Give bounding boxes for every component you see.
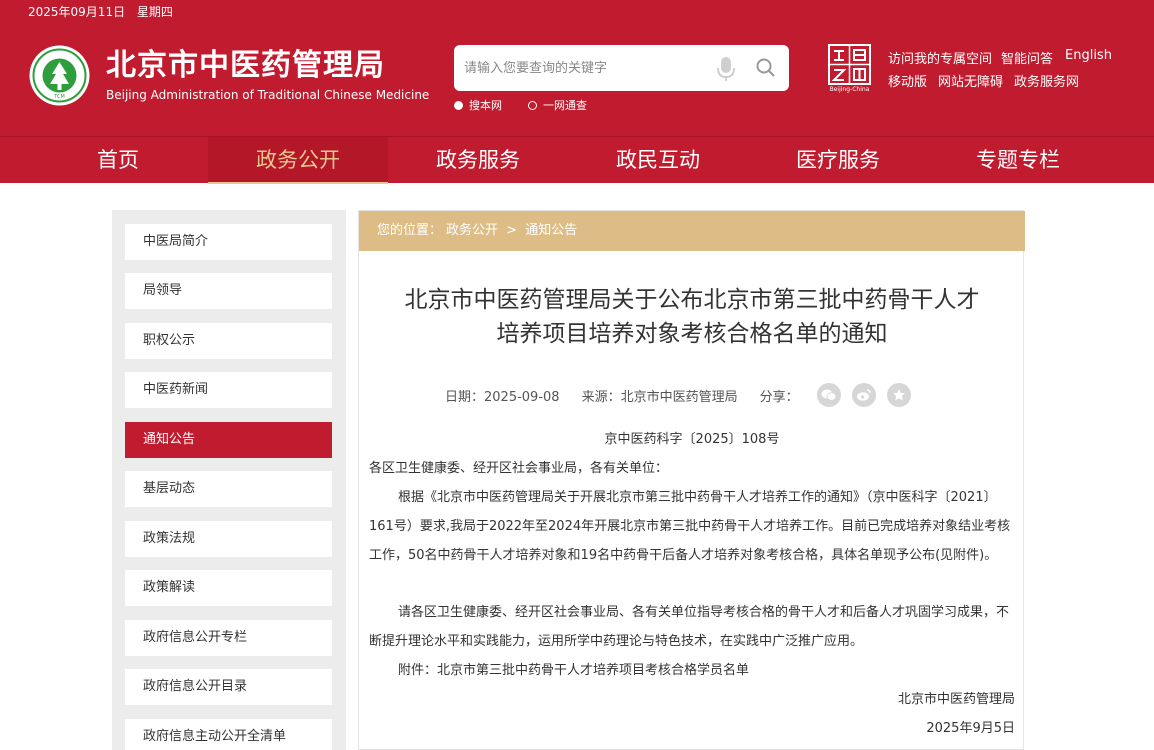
- breadcrumb-prefix: 您的位置：: [377, 223, 443, 238]
- weibo-icon[interactable]: [851, 383, 876, 407]
- search-option-all[interactable]: 一网通查: [528, 97, 587, 113]
- microphone-icon[interactable]: [715, 55, 737, 83]
- body-paragraph-2: 请各区卫生健康委、经开区社会事业局、各有关单位指导考核合格的骨干人才和后备人才巩…: [369, 605, 1010, 649]
- sidebar-item-powers[interactable]: 职权公示: [125, 323, 332, 359]
- logo-badge-text: TCM: [53, 94, 65, 100]
- sidebar-item-grassroots[interactable]: 基层动态: [125, 471, 332, 507]
- search-input[interactable]: [464, 55, 694, 81]
- nav-medical-services[interactable]: 医疗服务: [748, 137, 928, 184]
- accessibility-link[interactable]: 网站无障碍: [938, 71, 1003, 90]
- article-meta: 日期：2025-09-08 来源：北京市中医药管理局 分享：: [445, 383, 922, 407]
- search-box: [454, 45, 789, 91]
- attachment-link[interactable]: 附件：北京市第三批中药骨干人才培养项目考核合格学员名单: [369, 656, 1015, 685]
- article-panel: 您的位置： 政务公开 > 通知公告 北京市中医药管理局关于公布北京市第三批中药骨干…: [358, 210, 1025, 750]
- radio-unselected-icon: [528, 100, 537, 110]
- breadcrumb: 您的位置： 政务公开 > 通知公告: [359, 211, 1025, 251]
- search-option-site-label: 搜本网: [469, 99, 502, 112]
- mobile-version-link[interactable]: 移动版: [888, 71, 927, 90]
- search-option-all-label: 一网通查: [543, 99, 587, 112]
- article-title-line1: 北京市中医药管理局关于公布北京市第三批中药骨干人才: [404, 287, 980, 313]
- date-bar: 2025年09月11日 星期四: [28, 3, 181, 20]
- breadcrumb-gov-affairs[interactable]: 政务公开: [446, 223, 498, 238]
- breadcrumb-separator: >: [506, 223, 518, 238]
- body-paragraph-1: 根据《北京市中医药管理局关于开展北京市第三批中药骨干人才培养工作的通知》（京中医…: [369, 490, 1011, 563]
- sidebar-item-leaders[interactable]: 局领导: [125, 273, 332, 309]
- sidebar: 中医局简介 局领导 职权公示 中医药新闻 通知公告 基层动态 政策法规 政策解读…: [112, 210, 346, 750]
- my-space-link[interactable]: 访问我的专属空间: [888, 48, 992, 67]
- article-date: 日期：2025-09-08: [445, 389, 560, 405]
- wechat-icon[interactable]: [816, 383, 841, 407]
- sidebar-item-policies[interactable]: 政策法规: [125, 521, 332, 557]
- sidebar-item-notices[interactable]: 通知公告: [125, 422, 332, 458]
- salutation: 各区卫生健康委、经开区社会事业局，各有关单位：: [369, 461, 669, 476]
- current-weekday: 星期四: [136, 5, 173, 19]
- radio-selected-icon: [454, 100, 463, 110]
- main-nav: 首页 政务公开 政务服务 政民互动 医疗服务 专题专栏: [0, 136, 1154, 184]
- gov-service-link[interactable]: 政务服务网: [1014, 71, 1079, 90]
- article-title-line2: 培养项目培养对象考核合格名单的通知: [496, 321, 888, 347]
- share-label: 分享：: [759, 389, 799, 405]
- sidebar-item-info-column[interactable]: 政府信息公开专栏: [125, 620, 332, 656]
- article-title: 北京市中医药管理局关于公布北京市第三批中药骨干人才 培养项目培养对象考核合格名单…: [369, 283, 1015, 351]
- nav-interaction[interactable]: 政民互动: [568, 137, 748, 184]
- document-number: 京中医药科字〔2025〕108号: [604, 432, 780, 447]
- nav-gov-affairs[interactable]: 政务公开: [208, 137, 388, 184]
- site-title[interactable]: 北京市中医药管理局: [106, 46, 385, 86]
- current-date: 2025年09月11日: [28, 5, 126, 19]
- nav-home[interactable]: 首页: [28, 137, 208, 184]
- favorite-icon[interactable]: [886, 383, 911, 407]
- signature: 北京市中医药管理局: [897, 692, 1015, 707]
- search-icon[interactable]: [755, 57, 777, 79]
- sidebar-item-intro[interactable]: 中医局简介: [125, 224, 332, 260]
- sidebar-item-news[interactable]: 中医药新闻: [125, 372, 332, 408]
- tcm-logo[interactable]: TCM: [28, 44, 91, 107]
- nav-gov-services[interactable]: 政务服务: [388, 137, 568, 184]
- sidebar-item-info-catalog[interactable]: 政府信息公开目录: [125, 669, 332, 705]
- site-header: 2025年09月11日 星期四 TCM 北京市中医药管理局 Beijing Ad…: [0, 0, 1154, 136]
- search-option-site[interactable]: 搜本网: [454, 97, 502, 113]
- nav-special-topics[interactable]: 专题专栏: [928, 137, 1108, 184]
- breadcrumb-notices[interactable]: 通知公告: [525, 223, 577, 238]
- site-subtitle: Beijing Administration of Traditional Ch…: [106, 88, 430, 102]
- capital-logo-text: Beijing-China: [829, 86, 870, 93]
- sidebar-item-info-list[interactable]: 政府信息主动公开全清单: [125, 719, 332, 750]
- english-link[interactable]: English: [1065, 48, 1112, 63]
- sidebar-item-interpretation[interactable]: 政策解读: [125, 570, 332, 606]
- smart-qa-link[interactable]: 智能问答: [1001, 48, 1053, 67]
- article-source: 来源：北京市中医药管理局: [581, 389, 738, 405]
- sign-date: 2025年9月5日: [926, 721, 1015, 736]
